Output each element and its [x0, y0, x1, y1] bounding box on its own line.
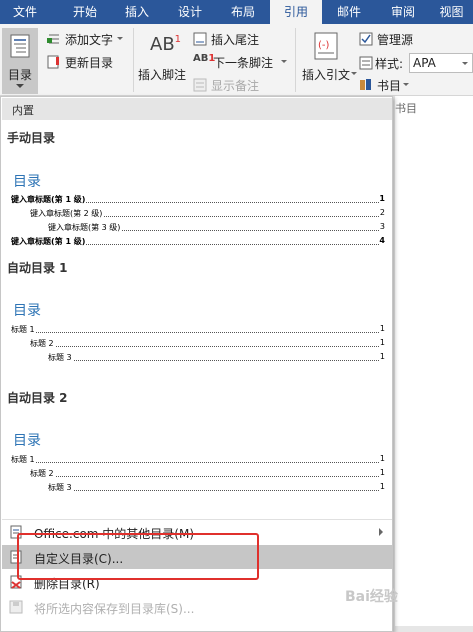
toc-gallery-auto-2[interactable]: 自动目录 2 目录 标题 11 标题 21 标题 31 [2, 383, 392, 513]
bibliography-button[interactable]: 书目 [357, 76, 417, 94]
next-footnote-label: 下一条脚注 [213, 56, 274, 70]
highlight-annotation-box [17, 533, 259, 580]
style-selector[interactable]: 样式: APA [357, 53, 473, 73]
toc-preview-line: 标题 31 [48, 482, 385, 493]
tab-home[interactable]: 开始 [60, 0, 110, 24]
chevron-down-icon [281, 60, 287, 63]
toc-preview-line: 键入章标题(第 3 级) 3 [48, 222, 385, 233]
insert-endnote-label: 插入尾注 [211, 33, 260, 47]
group-bibliography-label: 书目 [395, 102, 417, 115]
update-toc-icon [47, 55, 59, 69]
style-dropdown[interactable]: APA [409, 53, 473, 73]
gallery-header-label: 内置 [12, 104, 34, 117]
toc-icon [10, 34, 30, 58]
chevron-down-icon [16, 84, 24, 88]
toc-preview-heading: 目录 [13, 433, 41, 449]
insert-footnote-button[interactable]: AB1 插入脚注 [136, 30, 188, 90]
toc-preview-heading: 目录 [13, 303, 41, 319]
tab-design[interactable]: 设计 [164, 0, 216, 24]
ribbon-separator [133, 28, 134, 92]
insert-citation-label: 插入引文 [302, 68, 351, 82]
ribbon-tab-bar: 文件 开始 插入 设计 布局 引用 邮件 审阅 视图 [0, 0, 473, 24]
ribbon: 目录 添加文字 更新目录 AB1 插入脚注 插入尾注 AB1 下一条脚注 显示备… [0, 24, 473, 96]
tab-layout[interactable]: 布局 [218, 0, 268, 24]
insert-citation-button[interactable]: (-) 插入引文 [298, 30, 357, 90]
bibliography-icon [360, 79, 371, 90]
manage-sources-button[interactable]: 管理源 [357, 30, 447, 48]
bibliography-label: 书目 [377, 79, 402, 93]
toc-preview-line: 标题 11 [11, 454, 385, 465]
watermark-logo: Bai经验 [345, 589, 398, 605]
endnote-icon [193, 32, 207, 46]
style-icon [359, 56, 373, 70]
chevron-down-icon [403, 83, 409, 86]
toc-preview-line: 键入章标题(第 1 级) 4 [11, 236, 385, 247]
tab-file[interactable]: 文件 [0, 0, 50, 24]
tab-references[interactable]: 引用 [270, 0, 322, 24]
toc-button-label: 目录 [8, 68, 33, 82]
next-footnote-icon: AB1 [193, 53, 216, 64]
toc-preview-line: 标题 31 [48, 352, 385, 363]
ribbon-separator [295, 28, 296, 92]
toc-preview-line: 标题 21 [30, 338, 385, 349]
gallery-item-title: 手动目录 [7, 131, 56, 145]
menu-item-label: 将所选内容保存到目录库(S)... [34, 602, 195, 616]
insert-endnote-button[interactable]: 插入尾注 [191, 30, 281, 48]
add-text-icon [47, 34, 59, 44]
add-text-button[interactable]: 添加文字 [45, 30, 127, 48]
show-notes-label: 显示备注 [211, 79, 260, 93]
chevron-down-icon [117, 37, 123, 40]
toc-gallery-auto-1[interactable]: 自动目录 1 目录 标题 11 标题 21 标题 31 [2, 253, 392, 383]
citation-icon: (-) [314, 32, 338, 60]
show-notes-icon [193, 78, 207, 92]
tab-review[interactable]: 审阅 [378, 0, 428, 24]
save-to-gallery-icon [9, 600, 23, 614]
toc-preview-line: 键入章标题(第 1 级) 1 [11, 194, 385, 205]
tab-insert[interactable]: 插入 [112, 0, 162, 24]
add-text-label: 添加文字 [65, 33, 114, 47]
footnote-icon: AB1 [150, 34, 182, 55]
toc-preview-heading: 目录 [13, 174, 41, 190]
manage-sources-icon [359, 32, 373, 46]
toc-preview-line: 标题 11 [11, 324, 385, 335]
tab-view[interactable]: 视图 [430, 0, 473, 24]
gallery-item-title: 自动目录 2 [7, 391, 68, 405]
document-page[interactable] [395, 96, 473, 626]
svg-text:(-): (-) [318, 40, 330, 51]
toc-button[interactable]: 目录 [2, 28, 38, 94]
toc-preview-line: 标题 21 [30, 468, 385, 479]
toc-gallery-manual[interactable]: 手动目录 目录 键入章标题(第 1 级) 1 键入章标题(第 2 级) 2 键入章标… [2, 121, 392, 251]
gallery-item-title: 自动目录 1 [7, 261, 68, 275]
style-value: APA [413, 56, 436, 70]
show-notes-button[interactable]: 显示备注 [191, 76, 271, 94]
update-toc-label: 更新目录 [65, 56, 114, 70]
gallery-header: 内置 [2, 98, 392, 120]
style-label: 样式: [375, 57, 404, 71]
next-footnote-button[interactable]: AB1 下一条脚注 [191, 53, 289, 71]
manage-sources-label: 管理源 [377, 33, 414, 47]
insert-footnote-label: 插入脚注 [138, 68, 187, 82]
tab-mailings[interactable]: 邮件 [324, 0, 374, 24]
update-toc-button[interactable]: 更新目录 [45, 53, 125, 71]
chevron-down-icon [462, 62, 468, 65]
chevron-right-icon [379, 528, 383, 536]
save-selection-menu-item[interactable]: 将所选内容保存到目录库(S)... [2, 595, 392, 619]
toc-preview-line: 键入章标题(第 2 级) 2 [30, 208, 385, 219]
